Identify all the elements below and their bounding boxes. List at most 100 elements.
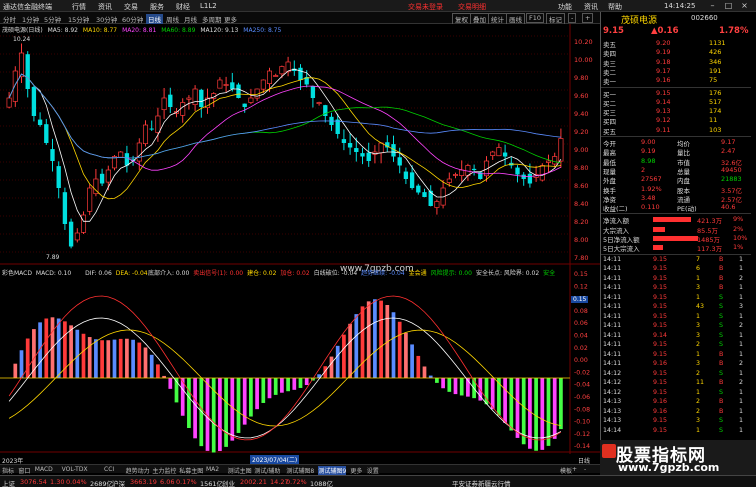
ask-price: 9.17 [656,66,671,75]
dif-value: DIF: 0.06 [85,270,112,277]
candle-body [434,201,440,208]
maximize-icon[interactable]: □ [724,1,733,10]
candle-body [74,232,80,241]
trade-detail-alert[interactable]: 交易明细 [458,2,486,12]
trade-side: S [719,426,723,434]
menu-l1l2[interactable]: L1L2 [200,2,217,10]
zoom-in-button[interactable]: + [582,13,594,23]
quote-value: 21883 [721,175,742,184]
indicator-tab[interactable]: 测试/辅助 [254,466,280,475]
indicator-tab[interactable]: MACD [35,466,53,473]
index-pct: 0.72% [286,478,307,486]
ask-row[interactable]: 卖五 9.20 1131 [601,39,749,49]
indicator-tab[interactable]: 趋势动力 [126,466,150,475]
bid-volume: 174 [709,107,722,116]
trade-time: 14:11 [603,360,622,368]
period-more[interactable]: 更多 [224,14,237,24]
quote-value: 2 [641,165,646,174]
trade-count: 1 [739,284,744,292]
index-name[interactable]: 沪深 [112,478,125,487]
macd-tick: -0.04 [574,382,590,389]
macd-tick: -0.08 [574,406,590,413]
trade-login-alert[interactable]: 交易未登录 [408,2,443,12]
period-month[interactable]: 月线 [184,14,197,24]
trade-side: S [719,322,723,330]
price-tick: 7.80 [574,254,588,262]
indicator-tabs: 指标 窗口 MACD VOL-TDX CCI 趋势动力 主力监控 私募主图 MA2 测试主图 测试/… [0,464,600,475]
menu-trade[interactable]: 交易 [124,2,138,12]
period-day[interactable]: 日线 [146,14,163,24]
indicator-tab[interactable]: VOL-TDX [62,466,88,473]
macd-tick: 0.12 [574,283,588,290]
period-5min[interactable]: 5分钟 [44,14,61,24]
indicator-tab[interactable]: 设置 [367,466,379,475]
trade-price: 9.16 [653,360,668,368]
trade-volume: 1 [696,293,701,301]
macd-tick: -0.10 [574,419,590,426]
trade-volume: 3 [696,417,701,425]
tab-control[interactable]: 模板 [560,466,572,475]
menu-help[interactable]: 帮助 [608,2,622,12]
indicator-tab[interactable]: 测试辅图8 [286,466,314,475]
indicator-tab[interactable]: 窗口 [18,466,30,475]
trade-volume: 1 [696,312,701,320]
index-name[interactable]: 创业 [222,478,235,487]
menu-service[interactable]: 服务 [150,2,164,12]
index-turnover: 1088亿 [310,480,334,487]
ma120-label: MA120: 9.13 [200,27,239,34]
price-tick: 8.60 [574,182,588,190]
indicator-tab[interactable]: CCI [104,466,114,473]
tab-control[interactable]: + [572,466,577,473]
ask-row[interactable]: 卖二 9.17 191 [601,66,749,77]
stock-header: 茂硕电源 002660 [601,12,756,26]
menu-info[interactable]: 资讯 [584,2,598,12]
indicator-tab[interactable]: 更多 [350,466,362,475]
menu-quotes[interactable]: 行情 [72,2,86,12]
period-60min[interactable]: 60分钟 [122,14,143,24]
ask-row[interactable]: 卖三 9.18 346 [601,58,749,68]
period-1min[interactable]: 1分钟 [22,14,39,24]
price-tick: 9.00 [574,146,588,154]
bid-row[interactable]: 买一 9.15 176 [601,89,749,99]
candle-body [118,151,124,158]
candle-body [316,102,322,104]
indicator-tab[interactable]: 测试辅图9 [318,466,347,475]
indicator-tab[interactable]: 私募主图 [179,466,203,475]
bid-row[interactable]: 买四 9.12 11 [601,116,749,126]
menu-news[interactable]: 资讯 [98,2,112,12]
indicator-tab[interactable]: 主力监控 [152,466,176,475]
ask-row[interactable]: 卖一 9.16 75 [601,76,749,86]
bid-row[interactable]: 买二 9.14 517 [601,98,749,108]
zoom-out-button[interactable]: - [568,13,577,23]
f10-button[interactable]: F10 [526,13,545,23]
close-icon[interactable]: × [740,1,749,10]
chart-area[interactable]: 10.20 10.00 9.80 9.60 9.40 9.20 9.00 8.80 8.60 8.… [0,24,600,465]
trade-volume: 2 [696,341,701,349]
candle-body [242,103,247,107]
indicator-tab[interactable]: MA2 [206,466,219,473]
trade-time: 14:12 [603,379,622,387]
candle-body [25,54,30,89]
tab-control[interactable]: - [584,466,586,473]
period-week[interactable]: 周线 [166,14,179,24]
trade-volume: 1 [696,388,701,396]
bid-row[interactable]: 买三 9.13 174 [601,107,749,117]
candle-body [366,152,371,161]
period-15min[interactable]: 15分钟 [68,14,89,24]
bid-row[interactable]: 买五 9.11 103 [601,126,749,136]
candle-body [298,67,303,80]
menu-finance[interactable]: 财经 [176,2,190,12]
menu-function[interactable]: 功能 [558,2,572,12]
period-30min[interactable]: 30分钟 [96,14,117,24]
indicator-tab[interactable]: 测试主图 [228,466,252,475]
period-tick[interactable]: 分时 [3,14,16,24]
index-name[interactable]: 上证 [2,478,15,487]
period-multi[interactable]: 多周期 [202,14,222,24]
server-status[interactable]: 平安证券新疆云行情 [452,478,511,487]
trade-row: 14:11 9.15 1 S 1 [601,313,749,323]
quote-value: 0.110 [641,203,660,212]
ask-row[interactable]: 卖四 9.19 426 [601,48,749,58]
minimize-icon[interactable]: – [708,1,717,10]
kline-chart[interactable]: 10.20 10.00 9.80 9.60 9.40 9.20 9.00 8.80 8.60 8.… [0,24,600,464]
indicator-tab[interactable]: 指标 [2,466,14,475]
